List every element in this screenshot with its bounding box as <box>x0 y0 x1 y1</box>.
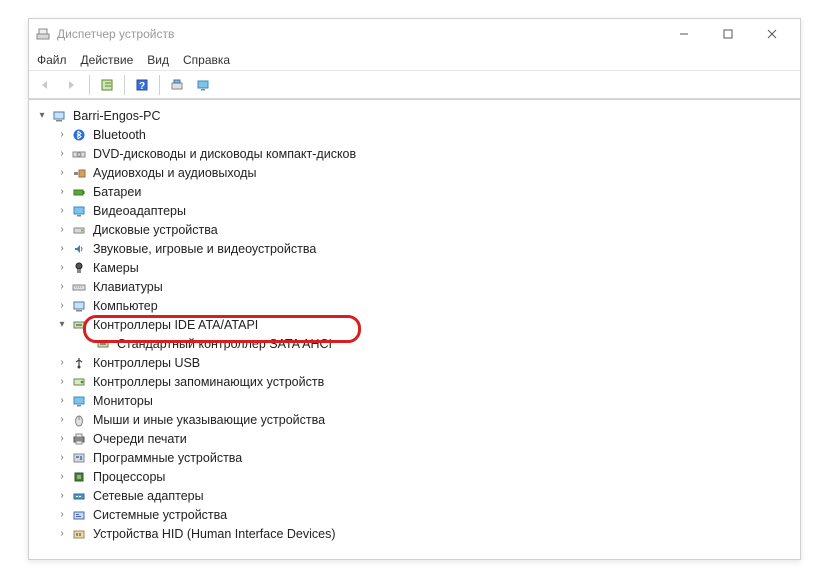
minimize-button[interactable] <box>662 20 706 48</box>
expand-icon[interactable]: › <box>55 433 69 444</box>
svg-text:?: ? <box>139 81 145 92</box>
expand-icon[interactable]: › <box>55 148 69 159</box>
tree-item-ide-ata[interactable]: ▾ Контроллеры IDE ATA/ATAPI <box>33 315 796 334</box>
titlebar: Диспетчер устройств <box>29 19 800 49</box>
printer-icon <box>71 431 87 447</box>
expand-icon[interactable]: › <box>55 167 69 178</box>
back-button[interactable] <box>35 74 57 96</box>
expand-icon[interactable]: › <box>55 186 69 197</box>
expand-icon[interactable]: › <box>55 490 69 501</box>
window-title: Диспетчер устройств <box>57 27 174 41</box>
bluetooth-icon <box>71 127 87 143</box>
expand-icon[interactable]: › <box>55 243 69 254</box>
menu-help[interactable]: Справка <box>183 53 230 67</box>
system-icon <box>71 507 87 523</box>
tree-item-cameras[interactable]: › Камеры <box>33 258 796 277</box>
tree-item-bluetooth[interactable]: › Bluetooth <box>33 125 796 144</box>
expand-icon[interactable]: › <box>55 452 69 463</box>
mouse-icon <box>71 412 87 428</box>
tree-item-disks[interactable]: › Дисковые устройства <box>33 220 796 239</box>
disk-icon <box>71 222 87 238</box>
show-hide-console-tree-button[interactable] <box>96 74 118 96</box>
tree-item-batteries[interactable]: › Батареи <box>33 182 796 201</box>
tree-item-computer[interactable]: › Компьютер <box>33 296 796 315</box>
keyboard-icon <box>71 279 87 295</box>
tree-item-mice[interactable]: › Мыши и иные указывающие устройства <box>33 410 796 429</box>
tree-item-software-devices[interactable]: › Программные устройства <box>33 448 796 467</box>
toolbar-separator <box>124 75 125 95</box>
close-button[interactable] <box>750 20 794 48</box>
monitor-icon <box>71 393 87 409</box>
collapse-icon[interactable]: ▾ <box>55 319 69 330</box>
display-adapter-icon <box>71 203 87 219</box>
tree-item-keyboards[interactable]: › Клавиатуры <box>33 277 796 296</box>
cpu-icon <box>71 469 87 485</box>
expand-icon[interactable]: › <box>55 205 69 216</box>
toolbar-separator <box>159 75 160 95</box>
expand-icon[interactable]: › <box>55 357 69 368</box>
device-tree[interactable]: ▾ Barri-Engos-PC › Bluetooth › DVD-диско… <box>29 104 800 545</box>
menu-action[interactable]: Действие <box>81 53 134 67</box>
tree-root-label: Barri-Engos-PC <box>71 109 161 123</box>
disc-drive-icon <box>71 146 87 162</box>
menu-file[interactable]: Файл <box>37 53 67 67</box>
app-icon <box>35 26 51 42</box>
camera-icon <box>71 260 87 276</box>
expand-icon[interactable]: › <box>55 471 69 482</box>
tree-root[interactable]: ▾ Barri-Engos-PC <box>33 106 796 125</box>
storage-controller-icon <box>95 336 111 352</box>
expand-icon[interactable]: › <box>55 129 69 140</box>
tree-panel: ▾ Barri-Engos-PC › Bluetooth › DVD-диско… <box>29 99 800 545</box>
menu-view[interactable]: Вид <box>147 53 169 67</box>
tree-item-storage-controllers[interactable]: › Контроллеры запоминающих устройств <box>33 372 796 391</box>
expand-icon[interactable]: › <box>55 262 69 273</box>
tree-item-video[interactable]: › Видеоадаптеры <box>33 201 796 220</box>
audio-jack-icon <box>71 165 87 181</box>
maximize-button[interactable] <box>706 20 750 48</box>
tree-item-network[interactable]: › Сетевые адаптеры <box>33 486 796 505</box>
tree-item-system[interactable]: › Системные устройства <box>33 505 796 524</box>
software-icon <box>71 450 87 466</box>
tree-item-dvd[interactable]: › DVD-дисководы и дисководы компакт-диск… <box>33 144 796 163</box>
expand-icon[interactable]: › <box>55 376 69 387</box>
expand-icon[interactable]: › <box>55 528 69 539</box>
toolbar-separator <box>89 75 90 95</box>
collapse-icon[interactable]: ▾ <box>35 110 49 121</box>
help-button[interactable]: ? <box>131 74 153 96</box>
computer-icon <box>51 108 67 124</box>
tree-item-sata-ahci[interactable]: Стандартный контроллер SATA AHCI <box>33 334 796 353</box>
scan-hardware-button[interactable] <box>166 74 188 96</box>
pc-icon <box>71 298 87 314</box>
expand-icon[interactable]: › <box>55 509 69 520</box>
network-icon <box>71 488 87 504</box>
expand-icon[interactable]: › <box>55 300 69 311</box>
device-manager-window: Диспетчер устройств Файл Действие Вид Сп… <box>28 18 801 560</box>
hid-icon <box>71 526 87 542</box>
storage-controller-icon <box>71 317 87 333</box>
expand-icon[interactable]: › <box>55 224 69 235</box>
battery-icon <box>71 184 87 200</box>
tree-item-hid[interactable]: › Устройства HID (Human Interface Device… <box>33 524 796 543</box>
tree-item-audio-io[interactable]: › Аудиовходы и аудиовыходы <box>33 163 796 182</box>
tree-item-print-queues[interactable]: › Очереди печати <box>33 429 796 448</box>
storage-ctrl-icon <box>71 374 87 390</box>
tree-item-processors[interactable]: › Процессоры <box>33 467 796 486</box>
expand-icon[interactable]: › <box>55 414 69 425</box>
usb-icon <box>71 355 87 371</box>
expand-icon[interactable]: › <box>55 395 69 406</box>
menubar: Файл Действие Вид Справка <box>29 49 800 71</box>
tree-item-sound[interactable]: › Звуковые, игровые и видеоустройства <box>33 239 796 258</box>
view-monitor-button[interactable] <box>192 74 214 96</box>
tree-item-usb[interactable]: › Контроллеры USB <box>33 353 796 372</box>
speaker-icon <box>71 241 87 257</box>
toolbar: ? <box>29 71 800 99</box>
tree-item-monitors[interactable]: › Мониторы <box>33 391 796 410</box>
forward-button[interactable] <box>61 74 83 96</box>
expand-icon[interactable]: › <box>55 281 69 292</box>
